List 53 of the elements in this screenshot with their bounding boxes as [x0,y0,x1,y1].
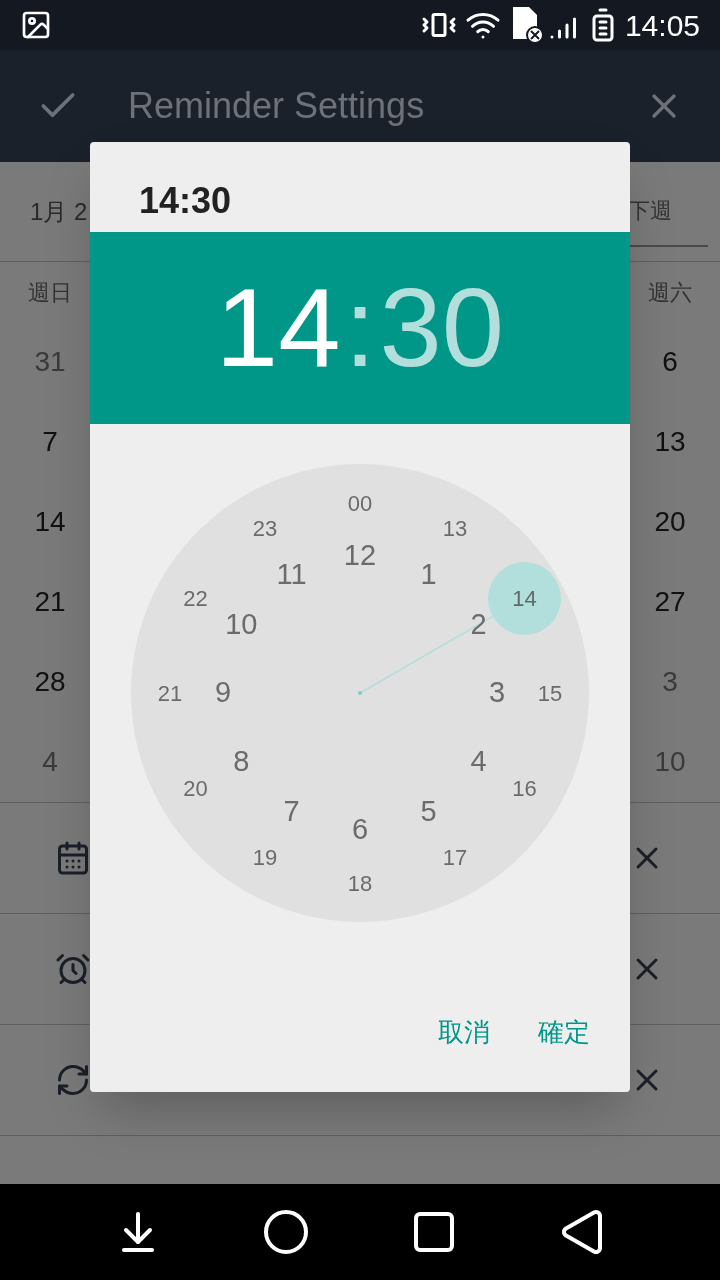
dial-number[interactable]: 7 [269,793,314,830]
alarm-clock-icon [55,951,91,987]
dial-number[interactable]: 00 [338,485,382,521]
dial-number[interactable]: 10 [219,606,264,643]
repeat-icon [55,1062,91,1098]
dial-number[interactable]: 4 [456,743,501,780]
dial-number[interactable]: 6 [338,812,382,848]
hour-display[interactable]: 14 [215,272,341,384]
dial-number[interactable]: 20 [173,770,218,806]
day-number[interactable]: 7 [42,421,58,463]
weekday-label: 週日 [28,278,72,307]
dialog-action-button[interactable]: 確定 [522,1002,606,1062]
dial-number[interactable]: 2 [456,606,501,643]
dial-number[interactable]: 17 [433,839,477,876]
dial-number[interactable]: 19 [243,839,287,876]
day-number[interactable]: 13 [654,421,686,463]
minute-display[interactable]: 30 [379,272,505,384]
day-number[interactable]: 28 [34,661,66,703]
day-number[interactable]: 3 [662,661,678,703]
day-number[interactable]: 20 [654,501,686,543]
dial-number[interactable]: 3 [475,675,519,711]
dial-number[interactable]: 13 [433,510,477,547]
dialog-title: 14:30 [139,179,232,223]
dialog-action-button[interactable]: 取消 [422,1002,506,1062]
dial-number[interactable]: 11 [269,556,314,593]
time-separator: : [344,272,376,384]
calendar-icon [55,840,91,876]
status-time: 14:05 [624,7,700,44]
day-number[interactable]: 14 [34,501,66,543]
dial-number[interactable]: 23 [243,510,287,547]
dial-number[interactable]: 5 [406,793,451,830]
home-icon[interactable] [262,1208,310,1256]
day-number[interactable]: 10 [654,741,686,783]
day-number[interactable]: 6 [662,341,678,383]
day-number[interactable]: 31 [34,341,66,383]
dial-number[interactable]: 18 [338,865,382,901]
dial-number[interactable]: 21 [148,675,192,711]
dial-number[interactable]: 14 [502,580,547,616]
day-number[interactable]: 4 [42,741,58,783]
dial-number[interactable]: 16 [502,770,547,806]
image-icon [20,9,52,41]
month-label: 1月 2 [30,196,88,227]
dial-number[interactable]: 9 [201,675,245,711]
app-title: Reminder Settings [128,84,425,128]
day-number[interactable]: 21 [34,581,66,623]
dial-number[interactable]: 22 [173,580,218,616]
dial-number[interactable]: 1 [406,556,451,593]
dial-number[interactable]: 12 [338,538,382,574]
dial-number[interactable]: 15 [528,675,572,711]
clock-face[interactable]: 00 13 14 15 16 17 18 19 20 21 22 23 12 1 2 3 4 5 6 7 8 9 10 11 [131,464,589,922]
dial-number[interactable]: 8 [219,743,264,780]
weekday-label: 週六 [648,278,692,307]
day-number[interactable]: 27 [654,581,686,623]
